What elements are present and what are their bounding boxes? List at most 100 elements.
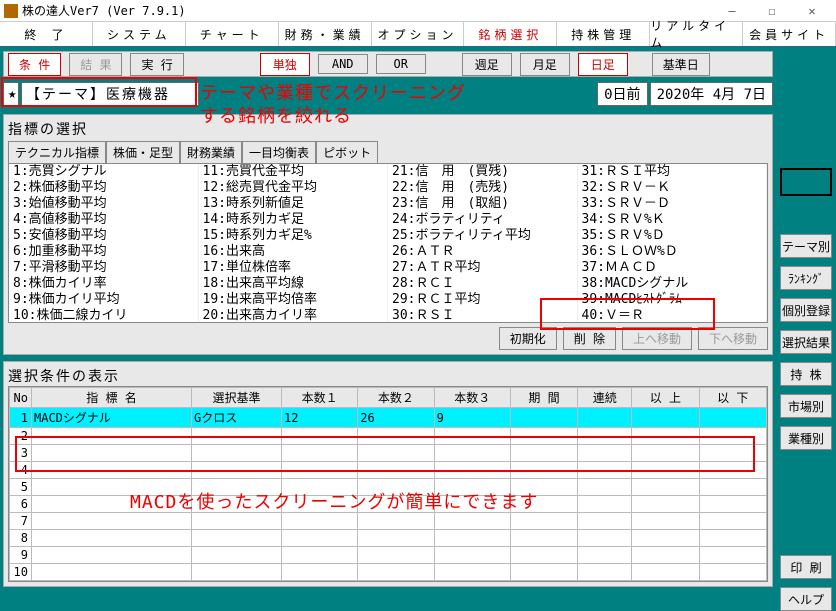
sidebar-register[interactable]: 個別登録 <box>780 298 832 322</box>
indicator-item[interactable]: 29:ＲＣＩ平均 <box>388 292 577 308</box>
indicator-item[interactable]: 5:安値移動平均 <box>9 228 198 244</box>
indicator-item[interactable]: 10:株価二線カイリ <box>9 308 198 323</box>
cond-header: 本数３ <box>434 388 510 408</box>
indicator-item[interactable]: 17:単位株倍率 <box>199 260 388 276</box>
indicator-item[interactable]: 26:ＡＴＲ <box>388 244 577 260</box>
indicator-item[interactable]: 22:信 用 (売残) <box>388 180 577 196</box>
menu-exit[interactable]: 終 了 <box>0 22 93 46</box>
indicator-item[interactable]: 20:出来高カイリ率 <box>199 308 388 323</box>
indicator-item[interactable]: 8:株価カイリ率 <box>9 276 198 292</box>
indicator-item[interactable]: 33:ＳＲＶ－Ｄ <box>578 196 767 212</box>
menu-chart[interactable]: チャート <box>186 22 279 46</box>
indicator-item[interactable]: 18:出来高平均線 <box>199 276 388 292</box>
tab-price-candle[interactable]: 株価・足型 <box>106 141 180 163</box>
indicator-item[interactable]: 19:出来高平均倍率 <box>199 292 388 308</box>
indicator-item[interactable]: 30:ＲＳＩ <box>388 308 577 323</box>
menu-finance[interactable]: 財務・業績 <box>279 22 372 46</box>
table-row[interactable]: 4 <box>10 462 767 479</box>
indicator-item[interactable]: 14:時系列カギ足 <box>199 212 388 228</box>
cond-header: 指 標 名 <box>32 388 192 408</box>
indicator-item[interactable]: 2:株価移動平均 <box>9 180 198 196</box>
table-row[interactable]: 7 <box>10 513 767 530</box>
sidebar-market[interactable]: 市場別 <box>780 394 832 418</box>
btn-or[interactable]: OR <box>376 54 426 74</box>
table-row[interactable]: 1MACDシグナルGクロス12269 <box>10 408 767 428</box>
indicator-panel: 指標の選択 テクニカル指標 株価・足型 財務業績 一目均衡表 ピボット 1:売買… <box>3 114 773 355</box>
btn-single[interactable]: 単独 <box>260 53 310 76</box>
indicator-item[interactable]: 28:ＲＣＩ <box>388 276 577 292</box>
indicator-list[interactable]: 1:売買シグナル2:株価移動平均3:始値移動平均4:高値移動平均5:安値移動平均… <box>8 163 768 323</box>
indicator-item[interactable]: 40:Ｖ＝Ｒ <box>578 308 767 323</box>
btn-result[interactable]: 結 果 <box>69 53 122 76</box>
indicator-item[interactable]: 9:株価カイリ平均 <box>9 292 198 308</box>
btn-move-up[interactable]: 上へ移動 <box>622 327 692 350</box>
indicator-item[interactable]: 32:ＳＲＶ－Ｋ <box>578 180 767 196</box>
menu-member[interactable]: 会員サイト <box>743 22 836 46</box>
indicator-item[interactable]: 25:ボラティリティ平均 <box>388 228 577 244</box>
menu-system[interactable]: システム <box>93 22 186 46</box>
btn-week[interactable]: 週足 <box>462 53 512 76</box>
btn-delete[interactable]: 削 除 <box>563 327 616 350</box>
btn-run[interactable]: 実 行 <box>130 53 183 76</box>
indicator-item[interactable]: 1:売買シグナル <box>9 164 198 180</box>
indicator-item[interactable]: 6:加重移動平均 <box>9 244 198 260</box>
indicator-item[interactable]: 3:始値移動平均 <box>9 196 198 212</box>
theme-star[interactable]: ★ <box>3 82 19 106</box>
table-row[interactable]: 3 <box>10 445 767 462</box>
sidebar-print[interactable]: 印 刷 <box>780 555 832 579</box>
indicator-item[interactable]: 39:MACDﾋｽﾄｸﾞﾗﾑ <box>578 292 767 308</box>
indicator-item[interactable]: 23:信 用 (取組) <box>388 196 577 212</box>
btn-and[interactable]: AND <box>318 54 368 74</box>
indicator-item[interactable]: 34:ＳＲＶ%Ｋ <box>578 212 767 228</box>
sidebar-theme[interactable]: テーマ別 <box>780 234 832 258</box>
conditions-grid[interactable]: No指 標 名選択基準本数１本数２本数３期 間連続以 上以 下1MACDシグナル… <box>8 386 768 582</box>
table-row[interactable]: 8 <box>10 530 767 547</box>
indicator-item[interactable]: 12:総売買代金平均 <box>199 180 388 196</box>
btn-day[interactable]: 日足 <box>578 53 628 76</box>
menu-realtime[interactable]: リアルタイム <box>650 22 743 46</box>
indicator-item[interactable]: 4:高値移動平均 <box>9 212 198 228</box>
table-row[interactable]: 6 <box>10 496 767 513</box>
btn-month[interactable]: 月足 <box>520 53 570 76</box>
tab-financial[interactable]: 財務業績 <box>180 141 242 163</box>
indicator-item[interactable]: 21:信 用 (買残) <box>388 164 577 180</box>
tab-technical[interactable]: テクニカル指標 <box>8 141 106 163</box>
menu-stock-select[interactable]: 銘柄選択 <box>464 22 557 46</box>
menu-holdings[interactable]: 持株管理 <box>557 22 650 46</box>
indicator-item[interactable]: 24:ボラティリティ <box>388 212 577 228</box>
indicator-item[interactable]: 13:時系列新値足 <box>199 196 388 212</box>
table-row[interactable]: 5 <box>10 479 767 496</box>
sidebar-holdings[interactable]: 持 株 <box>780 362 832 386</box>
indicator-item[interactable]: 36:ＳＬＯＷ%Ｄ <box>578 244 767 260</box>
cond-header: 本数２ <box>358 388 434 408</box>
table-row[interactable]: 2 <box>10 428 767 445</box>
tab-pivot[interactable]: ピボット <box>316 141 378 163</box>
table-row[interactable]: 9 <box>10 547 767 564</box>
theme-field[interactable]: 【テーマ】医療機器 <box>21 82 199 106</box>
days-ago-field[interactable]: 0日前 <box>597 82 647 106</box>
btn-move-down[interactable]: 下へ移動 <box>698 327 768 350</box>
btn-init[interactable]: 初期化 <box>499 327 557 350</box>
indicator-item[interactable]: 35:ＳＲＶ%Ｄ <box>578 228 767 244</box>
date-field[interactable]: 2020年 4月 7日 <box>650 82 773 106</box>
maximize-icon[interactable]: ☐ <box>752 1 792 21</box>
sidebar-results[interactable]: 選択結果 <box>780 330 832 354</box>
sidebar-sector[interactable]: 業種別 <box>780 426 832 450</box>
indicator-item[interactable]: 11:売買代金平均 <box>199 164 388 180</box>
indicator-item[interactable]: 15:時系列カギ足% <box>199 228 388 244</box>
indicator-item[interactable]: 37:ＭＡＣＤ <box>578 260 767 276</box>
btn-condition[interactable]: 条 件 <box>8 53 61 76</box>
indicator-panel-title: 指標の選択 <box>8 119 768 139</box>
indicator-item[interactable]: 16:出来高 <box>199 244 388 260</box>
sidebar-help[interactable]: ヘルプ <box>780 587 832 611</box>
indicator-item[interactable]: 31:ＲＳＩ平均 <box>578 164 767 180</box>
btn-basedate[interactable]: 基準日 <box>652 53 710 76</box>
table-row[interactable]: 10 <box>10 564 767 581</box>
indicator-item[interactable]: 27:ＡＴＲ平均 <box>388 260 577 276</box>
indicator-item[interactable]: 7:平滑移動平均 <box>9 260 198 276</box>
indicator-item[interactable]: 38:MACDシグナル <box>578 276 767 292</box>
menu-option[interactable]: オプション <box>372 22 465 46</box>
close-icon[interactable]: ✕ <box>792 1 832 21</box>
sidebar-ranking[interactable]: ﾗﾝｷﾝｸﾞ <box>780 266 832 290</box>
tab-ichimoku[interactable]: 一目均衡表 <box>242 141 316 163</box>
